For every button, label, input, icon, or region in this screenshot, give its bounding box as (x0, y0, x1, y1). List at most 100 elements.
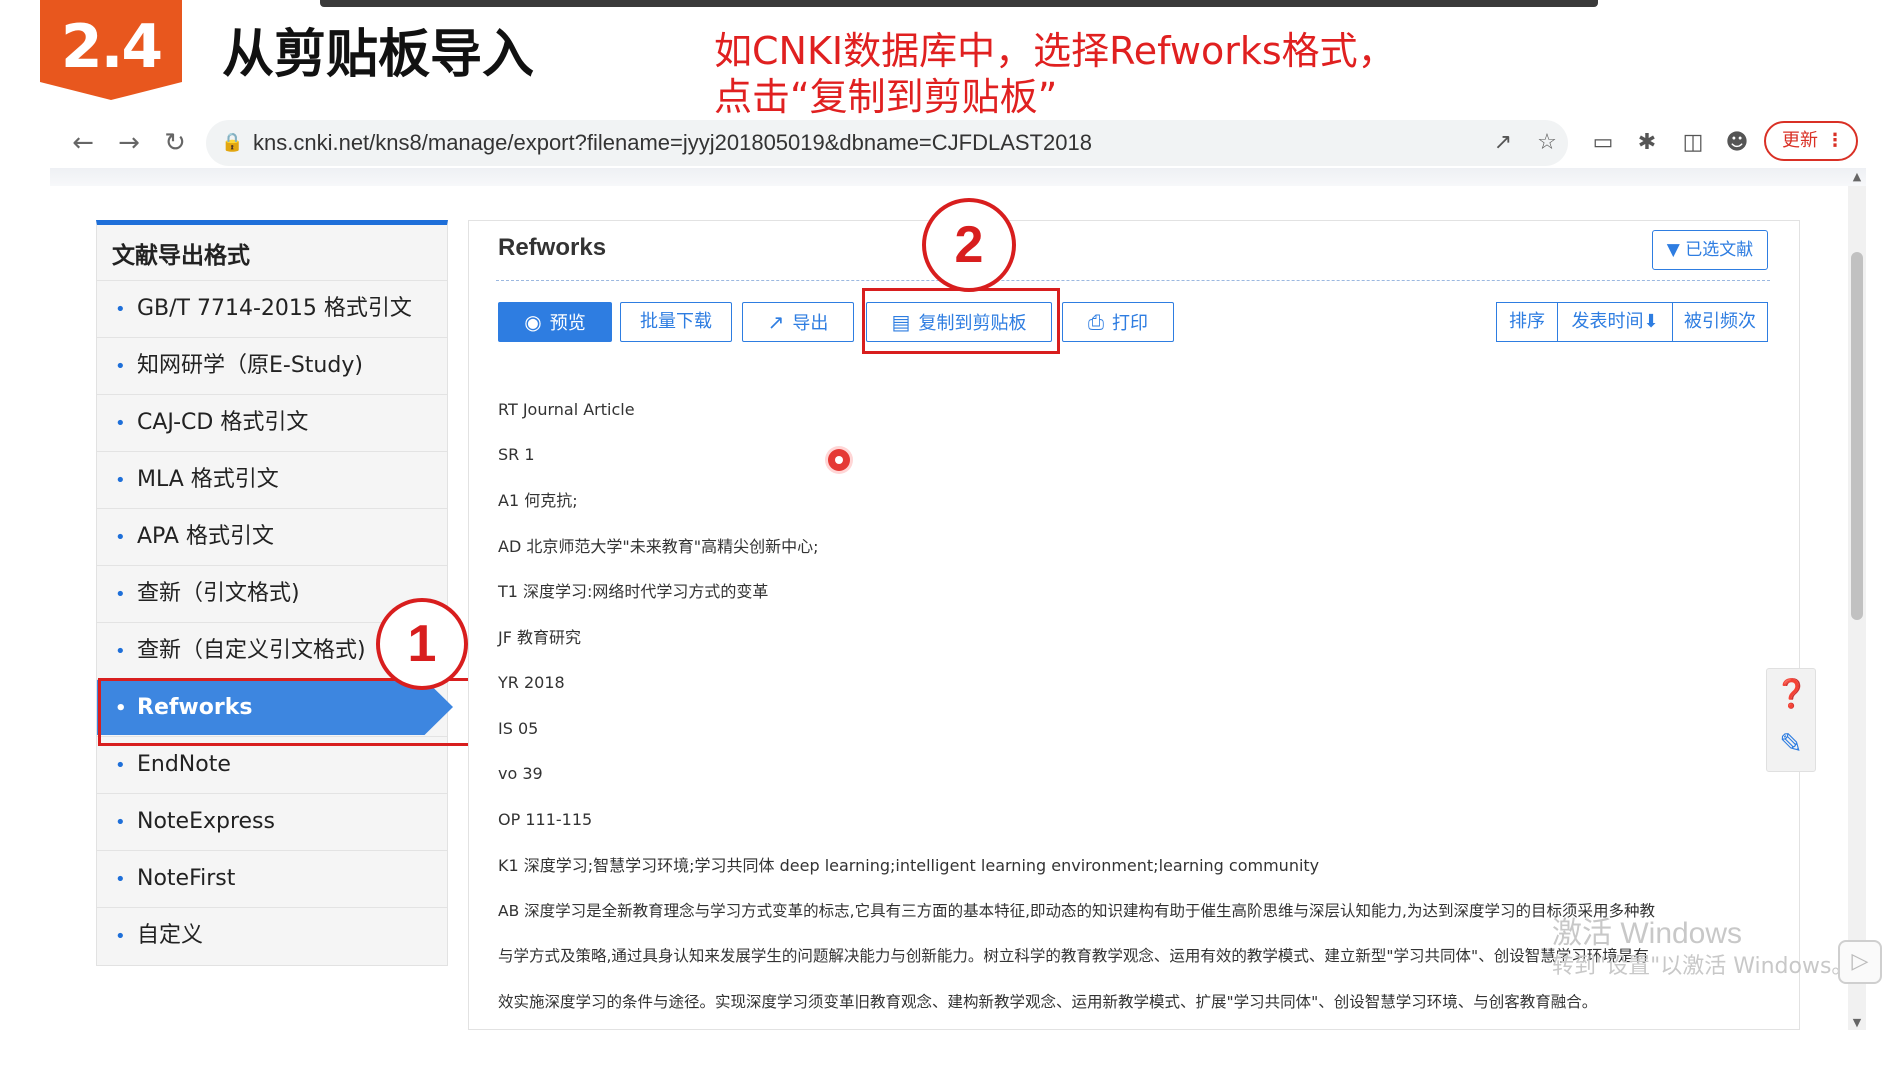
star-icon[interactable]: ☆ (1530, 126, 1564, 160)
sort-by-date-label: 发表时间 (1571, 311, 1644, 332)
print-button[interactable]: ⎙ 打印 (1062, 302, 1174, 342)
annotation-box-copy (862, 288, 1060, 354)
extensions-icon[interactable]: ✱ (1630, 126, 1664, 160)
slide-title: 从剪贴板导入 (222, 25, 535, 85)
export-icon: ↗ (767, 310, 785, 334)
bullet-icon: • (115, 470, 126, 491)
sidebar-item-label: APA 格式引文 (137, 524, 274, 549)
sidebar-item-estudy[interactable]: • 知网研学（原E-Study) (97, 337, 447, 393)
activation-watermark-title: 激活 Windows (1552, 917, 1743, 950)
selected-docs-button[interactable]: ▼ 已选文献 (1652, 230, 1768, 270)
record-line: AD 北京师范大学"未来教育"高精尖创新中心; (498, 537, 819, 556)
sidebar-item-label: NoteFirst (137, 866, 236, 891)
record-line: RT Journal Article (498, 400, 635, 419)
export-label: 导出 (792, 313, 829, 334)
sidepanel-icon[interactable]: ◫ (1676, 126, 1710, 160)
panel-divider (496, 280, 1770, 281)
batch-download-button[interactable]: 批量下载 (620, 302, 732, 342)
record-line: 与学方式及策略,通过具身认知来发展学生的问题解决能力与创新能力。树立科学的教育教… (498, 947, 1649, 965)
sidebar-heading: 文献导出格式 (112, 243, 250, 269)
print-label: 打印 (1112, 313, 1148, 334)
share-icon[interactable]: ↗ (1486, 126, 1520, 160)
lock-icon[interactable]: 🔒 (221, 128, 243, 158)
sort-by-date-button[interactable]: 发表时间⬇ (1557, 302, 1673, 342)
export-button[interactable]: ↗ 导出 (742, 302, 854, 342)
page-top-strip (50, 168, 1866, 186)
sidebar-item-label: 知网研学（原E-Study) (137, 353, 363, 378)
sort-by-cited-label: 被引频次 (1684, 311, 1756, 332)
forward-icon[interactable]: → (112, 126, 146, 160)
bullet-icon: • (115, 413, 126, 434)
printer-icon: ⎙ (1088, 310, 1104, 334)
update-button[interactable]: 更新 ⋮ (1764, 121, 1858, 161)
eye-icon: ◉ (524, 310, 542, 334)
record-line: OP 111-115 (498, 810, 593, 829)
bullet-icon: • (115, 755, 126, 776)
sidebar-item-custom[interactable]: • 自定义 (97, 907, 447, 963)
sidebar-item-cajcd[interactable]: • CAJ-CD 格式引文 (97, 394, 447, 450)
record-line: A1 何克抗; (498, 491, 578, 510)
sidebar-item-gbt7714[interactable]: • GB/T 7714-2015 格式引文 (97, 280, 447, 336)
step-2-marker: 2 (922, 198, 1016, 292)
activation-watermark-hint: 转到"设置"以激活 Windows。 (1552, 954, 1854, 979)
edit-pencil-icon[interactable]: ✎ (1774, 724, 1808, 764)
sidebar-item-apa[interactable]: • APA 格式引文 (97, 508, 447, 564)
record-line: 效实施深度学习的条件与途径。实现深度学习须变革旧教育观念、建构新教学观念、运用新… (498, 993, 1598, 1011)
sidebar-item-label: MLA 格式引文 (137, 467, 279, 492)
scroll-down-icon[interactable]: ▼ (1849, 1016, 1865, 1029)
record-line: vo 39 (498, 764, 543, 783)
section-badge: 2.4 (40, 0, 182, 100)
record-line: YR 2018 (498, 673, 565, 692)
sidebar-item-label: CAJ-CD 格式引文 (137, 410, 309, 435)
bullet-icon: • (115, 584, 126, 605)
bullet-icon: • (115, 926, 126, 947)
doc-icon[interactable]: ▭ (1586, 126, 1620, 160)
step-1-marker: 1 (376, 598, 468, 690)
instruction-line-2: 点击“复制到剪贴板” (714, 75, 1058, 119)
instruction-note: 如CNKI数据库中，选择Refworks格式， 点击“复制到剪贴板” (714, 28, 1434, 120)
menu-dots-icon[interactable]: ⋮ (1826, 123, 1844, 159)
sort-label: 排序 (1496, 302, 1558, 342)
sidebar-item-label: NoteExpress (137, 809, 275, 834)
url-text[interactable]: kns.cnki.net/kns8/manage/export?filename… (253, 128, 1092, 158)
record-line: SR 1 (498, 445, 535, 464)
sidebar-item-label: EndNote (137, 752, 231, 777)
record-line: T1 深度学习:网络时代学习方式的变革 (498, 582, 769, 601)
top-dark-bar (320, 0, 1598, 7)
sidebar-item-noteexpress[interactable]: • NoteExpress (97, 793, 447, 849)
selected-docs-label: 已选文献 (1685, 240, 1754, 260)
sidebar-item-label: 查新（自定义引文格式) (137, 638, 366, 663)
preview-button[interactable]: ◉ 预览 (498, 302, 612, 342)
sort-by-cited-button[interactable]: 被引频次 (1672, 302, 1768, 342)
record-line: K1 深度学习;智慧学习环境;学习共同体 deep learning;intel… (498, 856, 1320, 875)
batch-download-label: 批量下载 (640, 311, 712, 332)
scrollbar-thumb[interactable] (1851, 252, 1863, 620)
sidebar-item-notefirst[interactable]: • NoteFirst (97, 850, 447, 906)
play-icon[interactable]: ▷ (1838, 940, 1882, 984)
sidebar-item-mla[interactable]: • MLA 格式引文 (97, 451, 447, 507)
filter-icon: ▼ (1666, 240, 1686, 260)
bullet-icon: • (115, 527, 126, 548)
update-label: 更新 (1782, 130, 1818, 151)
scroll-up-icon[interactable]: ▲ (1849, 170, 1865, 183)
sidebar-item-label: 查新（引文格式) (137, 581, 300, 606)
sort-down-icon: ⬇ (1643, 311, 1659, 332)
bullet-icon: • (115, 812, 126, 833)
instruction-line-1: 如CNKI数据库中，选择Refworks格式， (714, 29, 1396, 73)
bullet-icon: • (115, 869, 126, 890)
sidebar-item-label: GB/T 7714-2015 格式引文 (137, 296, 412, 321)
bullet-icon: • (115, 356, 126, 377)
help-bubble-icon[interactable]: ❓ (1774, 674, 1809, 714)
record-line: IS 05 (498, 719, 539, 738)
back-icon[interactable]: ← (66, 126, 100, 160)
record-line: JF 教育研究 (498, 628, 582, 647)
bullet-icon: • (115, 299, 126, 320)
cursor-click-indicator (828, 449, 850, 471)
sidebar-item-label: 自定义 (137, 923, 204, 948)
reload-icon[interactable]: ↻ (158, 126, 192, 160)
panel-title: Refworks (498, 234, 607, 261)
record-line: AB 深度学习是全新教育理念与学习方式变革的标志,它具有三方面的基本特征,即动态… (498, 902, 1655, 920)
bullet-icon: • (115, 641, 126, 662)
preview-label: 预览 (549, 313, 586, 334)
profile-icon[interactable]: ☻ (1720, 126, 1754, 160)
